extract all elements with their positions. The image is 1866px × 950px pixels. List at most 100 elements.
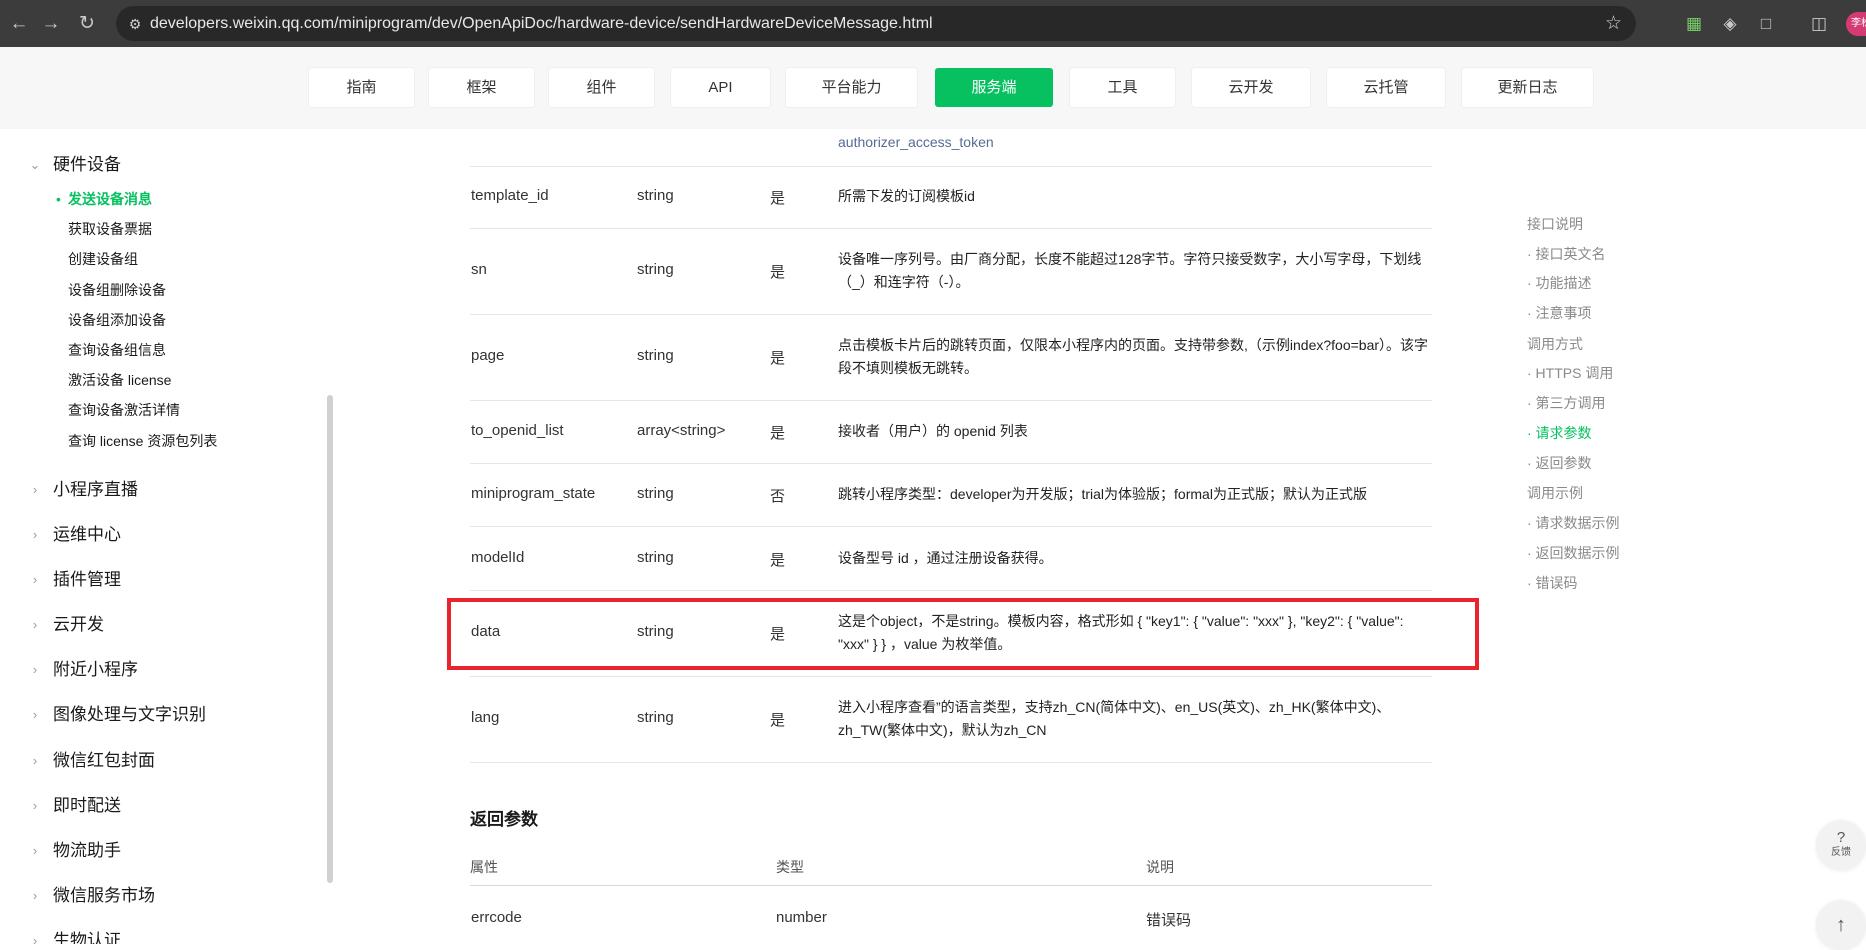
tab-server[interactable]: 服务端 (935, 68, 1053, 107)
toc-item[interactable]: · 返回数据示例 (1527, 543, 1620, 563)
param-desc: 点击模板卡片后的跳转页面，仅限本小程序内的页面。支持带参数,（示例index?f… (838, 337, 1429, 376)
param-desc: 接收者（用户）的 openid 列表 (838, 423, 1028, 439)
url-text[interactable]: developers.weixin.qq.com/miniprogram/dev… (150, 6, 933, 41)
param-required: 是 (770, 425, 786, 442)
toc-item[interactable]: · 注意事项 (1527, 303, 1592, 323)
toc-item[interactable]: · 请求数据示例 (1527, 513, 1620, 533)
sidebar-item-get-device-ticket[interactable]: 获取设备票据 (68, 217, 152, 241)
chevron-down-icon: ⌄ (29, 157, 41, 172)
arrow-up-icon: ↑ (1836, 914, 1846, 936)
sidebar-group-label: 微信红包封面 (53, 751, 155, 770)
table-row: sn string 是 设备唯一序列号。由厂商分配，长度不能超过128字节。字符… (470, 229, 1432, 315)
return-header-description: 说明 (1146, 859, 1174, 875)
sidebar-scrollbar[interactable] (327, 395, 333, 883)
toc-item[interactable]: · 返回参数 (1527, 453, 1592, 473)
extensions-puzzle-icon[interactable]: □ (1753, 11, 1779, 37)
sidebar-group-biometric[interactable]: › 生物认证 (0, 926, 320, 944)
sidebar-item-get-device-group-info[interactable]: 查询设备组信息 (68, 338, 166, 362)
sidebar-item-add-device-to-group[interactable]: 设备组添加设备 (68, 308, 166, 332)
tab-components[interactable]: 组件 (549, 68, 654, 107)
sidebar-item-query-license-packages[interactable]: 查询 license 资源包列表 (68, 429, 217, 453)
sidebar-item-activate-device-license[interactable]: 激活设备 license (68, 368, 171, 392)
toc-item[interactable]: · HTTPS 调用 (1527, 363, 1613, 383)
profile-avatar[interactable]: 李松 (1846, 12, 1866, 36)
toc-item[interactable]: 接口说明 (1527, 214, 1583, 234)
toc-item[interactable]: 调用方式 (1527, 334, 1583, 354)
sidebar-group-live[interactable]: › 小程序直播 (0, 475, 320, 505)
toc-item[interactable]: · 错误码 (1527, 573, 1578, 593)
toc-item[interactable]: · 第三方调用 (1527, 393, 1606, 413)
active-bullet-icon: • (56, 191, 61, 207)
chevron-right-icon: › (32, 843, 38, 858)
chevron-right-icon: › (32, 798, 38, 813)
sidebar-item-send-device-message[interactable]: 发送设备消息 (68, 187, 152, 211)
sidebar-item-query-activation-detail[interactable]: 查询设备激活详情 (68, 398, 180, 422)
sidebar-group-hardware-device[interactable]: ⌄ 硬件设备 (0, 150, 320, 180)
sidebar-group-service-market[interactable]: › 微信服务市场 (0, 881, 320, 911)
sidebar-group-instant-delivery[interactable]: › 即时配送 (0, 791, 320, 821)
return-param-type: number (776, 909, 827, 926)
qr-code-extension-icon[interactable]: ▦ (1681, 11, 1707, 37)
bookmark-star-icon[interactable]: ☆ (1605, 6, 1622, 41)
sidebar-item-remove-device-from-group[interactable]: 设备组删除设备 (68, 278, 166, 302)
param-desc: 所需下发的订阅模板id (838, 188, 975, 204)
sidebar-group-red-packet-cover[interactable]: › 微信红包封面 (0, 746, 320, 776)
tab-framework[interactable]: 框架 (429, 68, 534, 107)
mask-extension-icon[interactable]: ◈ (1717, 11, 1743, 37)
sidebar-group-ops-center[interactable]: › 运维中心 (0, 520, 320, 550)
toc-item[interactable]: 调用示例 (1527, 483, 1583, 503)
param-desc: authorizer_access_token (838, 134, 994, 150)
sidebar-group-nearby[interactable]: › 附近小程序 (0, 655, 320, 685)
sidebar-group-plugin-management[interactable]: › 插件管理 (0, 565, 320, 595)
tab-tools[interactable]: 工具 (1070, 68, 1175, 107)
tab-cloud-dev[interactable]: 云开发 (1192, 68, 1310, 107)
param-name: lang (471, 709, 500, 726)
chevron-right-icon: › (32, 753, 38, 768)
address-bar[interactable]: ⚙ developers.weixin.qq.com/miniprogram/d… (116, 6, 1636, 41)
sidebar-group-image-ocr[interactable]: › 图像处理与文字识别 (0, 700, 320, 730)
return-param-desc: 错误码 (1146, 912, 1192, 929)
param-desc: 设备型号 id ，通过注册设备获得。 (838, 550, 1053, 566)
tab-changelog[interactable]: 更新日志 (1462, 68, 1593, 107)
toc-item-active[interactable]: · 请求参数 (1527, 423, 1592, 443)
feedback-button[interactable]: ? 反馈 (1816, 820, 1866, 870)
param-name: modelId (471, 549, 525, 566)
back-to-top-button[interactable]: ↑ (1816, 900, 1866, 950)
question-mark-icon: ? (1836, 829, 1846, 846)
forward-arrow-icon[interactable]: → (38, 11, 64, 37)
return-params-title: 返回参数 (470, 810, 538, 829)
tab-platform-capabilities[interactable]: 平台能力 (786, 68, 917, 107)
reload-icon[interactable]: ↻ (74, 11, 100, 37)
chevron-right-icon: › (32, 482, 38, 497)
sidebar-group-label: 微信服务市场 (53, 886, 155, 905)
sidebar-group-label: 物流助手 (53, 841, 121, 860)
tab-cloud-hosting[interactable]: 云托管 (1327, 68, 1445, 107)
tab-api[interactable]: API (671, 68, 770, 107)
param-required: 是 (770, 350, 786, 367)
table-row: page string 是 点击模板卡片后的跳转页面，仅限本小程序内的页面。支持… (470, 315, 1432, 401)
return-header-type: 类型 (776, 859, 804, 875)
chevron-right-icon: › (32, 933, 38, 944)
table-row: authorizer_access_token (470, 129, 1432, 167)
sidebar-group-cloud-dev[interactable]: › 云开发 (0, 610, 320, 640)
tab-guide[interactable]: 指南 (309, 68, 414, 107)
param-type: string (637, 261, 674, 278)
param-desc: 跳转小程序类型：developer为开发版；trial为体验版；formal为正… (838, 486, 1367, 502)
top-navigation: 指南 框架 组件 API 平台能力 服务端 工具 云开发 云托管 更新日志 (0, 47, 1866, 129)
param-required: 是 (770, 190, 786, 207)
sidebar: ⌄ 硬件设备 • 发送设备消息 获取设备票据 创建设备组 设备组删除设备 设备组… (0, 129, 330, 944)
table-row: miniprogram_state string 否 跳转小程序类型：devel… (470, 464, 1432, 527)
toc-item[interactable]: · 接口英文名 (1527, 244, 1606, 264)
sidebar-item-create-device-group[interactable]: 创建设备组 (68, 247, 138, 271)
back-arrow-icon[interactable]: ← (6, 11, 32, 37)
toc-item[interactable]: · 功能描述 (1527, 273, 1592, 293)
sidebar-group-logistics[interactable]: › 物流助手 (0, 836, 320, 866)
table-row: template_id string 是 所需下发的订阅模板id (470, 166, 1432, 229)
site-settings-icon[interactable]: ⚙ (126, 15, 144, 33)
chevron-right-icon: › (32, 707, 38, 722)
param-name: to_openid_list (471, 422, 564, 439)
browser-toolbar: ← → ↻ ⚙ developers.weixin.qq.com/minipro… (0, 0, 1866, 47)
return-param-name: errcode (471, 909, 522, 926)
param-required: 是 (770, 712, 786, 729)
side-panel-icon[interactable]: ◫ (1806, 11, 1832, 37)
